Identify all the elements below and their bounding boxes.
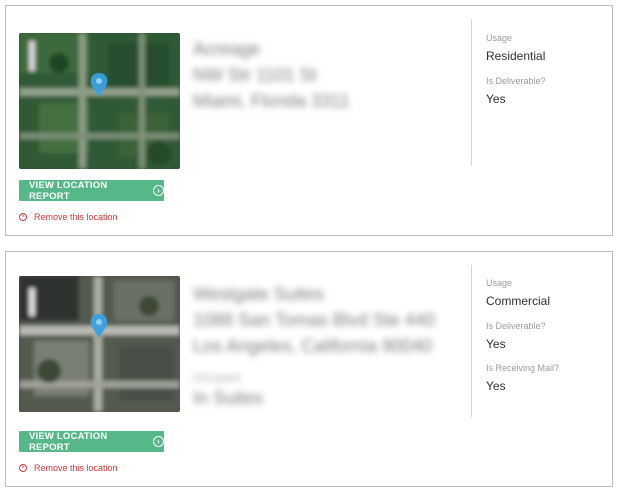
location-city: Los Angeles, California 90040 — [193, 336, 433, 356]
location-card: Westgate Suites 1088 San Tomas Blvd Ste … — [5, 251, 613, 487]
usage-label: Usage — [486, 278, 513, 288]
view-location-report-label: VIEW LOCATION REPORT — [29, 430, 108, 453]
remove-location-link[interactable]: × Remove this location — [19, 212, 118, 222]
location-street: 1088 San Tomas Blvd Ste 440 — [193, 310, 435, 330]
location-street: NW Str 1101 St — [193, 65, 317, 85]
receiving-mail-label: Is Receiving Mail? — [486, 363, 560, 373]
location-card: Acreage NW Str 1101 St Miami, Florida 33… — [5, 5, 613, 236]
deliverable-value: Yes — [486, 92, 506, 106]
remove-circle-icon: × — [19, 213, 27, 221]
deliverable-label: Is Deliverable? — [486, 76, 546, 86]
divider — [471, 265, 472, 417]
location-name: Acreage — [193, 39, 261, 59]
view-location-report-button[interactable]: VIEW LOCATION REPORT › — [19, 179, 164, 202]
location-map-thumbnail[interactable] — [19, 276, 180, 412]
divider — [471, 19, 472, 166]
view-location-report-button[interactable]: VIEW LOCATION REPORT › — [19, 430, 164, 453]
location-sublabel: Occupant — [193, 372, 241, 384]
remove-location-link[interactable]: × Remove this location — [19, 463, 118, 473]
deliverable-label: Is Deliverable? — [486, 321, 546, 331]
remove-location-label: Remove this location — [34, 463, 118, 473]
location-suite: In Suites — [193, 388, 264, 408]
location-address: Westgate Suites 1088 San Tomas Blvd Ste … — [193, 281, 435, 411]
location-address: Acreage NW Str 1101 St Miami, Florida 33… — [193, 36, 350, 114]
location-map-thumbnail[interactable] — [19, 33, 180, 169]
chevron-right-circle-icon: › — [153, 185, 164, 196]
receiving-mail-value: Yes — [486, 379, 506, 393]
chevron-right-circle-icon: › — [153, 436, 164, 447]
view-location-report-label: VIEW LOCATION REPORT — [29, 179, 108, 202]
usage-label: Usage — [486, 33, 513, 43]
deliverable-value: Yes — [486, 337, 506, 351]
usage-value: Commercial — [486, 294, 551, 308]
usage-value: Residential — [486, 49, 546, 63]
remove-location-label: Remove this location — [34, 212, 118, 222]
satellite-map-image — [19, 276, 180, 412]
location-city: Miami, Florida 3311 — [193, 91, 350, 111]
satellite-map-image — [19, 33, 180, 169]
location-name: Westgate Suites — [193, 284, 324, 304]
remove-circle-icon: × — [19, 464, 27, 472]
